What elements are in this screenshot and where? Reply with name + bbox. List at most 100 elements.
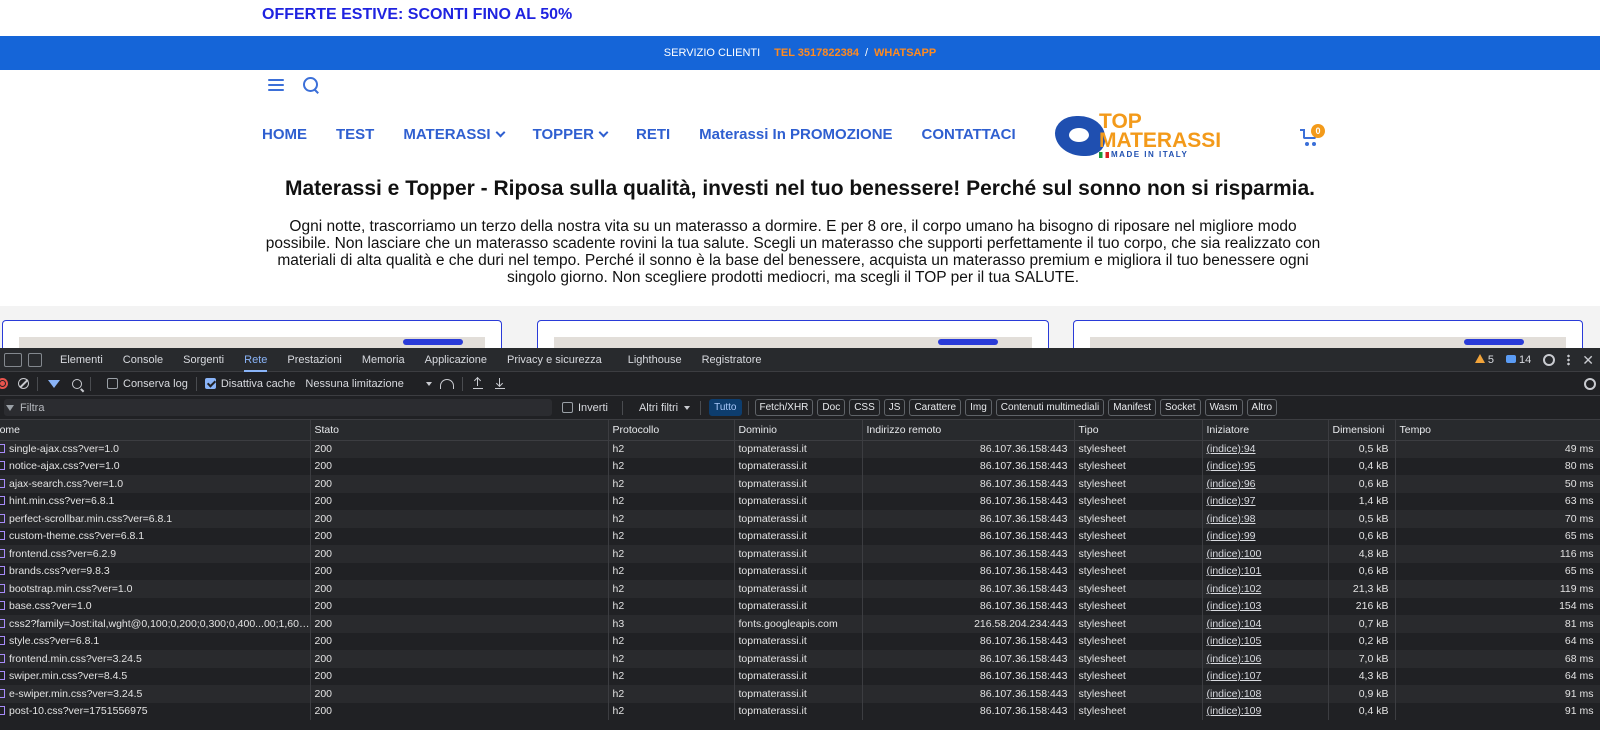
- column-header-protocollo[interactable]: Protocollo: [608, 420, 735, 441]
- close-icon[interactable]: ✕: [1582, 352, 1594, 369]
- initiator-link[interactable]: (indice):96: [1207, 478, 1256, 490]
- product-card[interactable]: [2, 320, 502, 350]
- initiator-link[interactable]: (indice):109: [1207, 705, 1262, 717]
- tab-console[interactable]: Console: [123, 348, 163, 372]
- table-row[interactable]: hint.min.css?ver=6.8.1 200 h2 topmaterassi.…: [0, 492, 1600, 510]
- filter-chip-fetch-xhr[interactable]: Fetch/XHR: [754, 399, 814, 416]
- request-initiator[interactable]: (indice):96: [1202, 475, 1329, 493]
- table-row[interactable]: base.css?ver=1.0 200 h2 topmaterassi.it 86.1…: [0, 597, 1600, 615]
- record-icon[interactable]: [0, 378, 8, 389]
- disable-cache-checkbox[interactable]: [204, 378, 216, 389]
- table-row[interactable]: ajax-search.css?ver=1.0 200 h2 topmaterassi…: [0, 475, 1600, 493]
- initiator-link[interactable]: (indice):107: [1207, 670, 1262, 682]
- filter-chip-manifest[interactable]: Manifest: [1108, 399, 1156, 416]
- promo-text[interactable]: OFFERTE ESTIVE: SCONTI FINO AL 50%: [262, 6, 572, 24]
- filter-chip-media[interactable]: Contenuti multimediali: [995, 399, 1105, 416]
- table-row[interactable]: swiper.min.css?ver=8.4.5 200 h2 topmaterass…: [0, 667, 1600, 685]
- filter-chip-img[interactable]: Img: [965, 399, 992, 416]
- tab-sorgenti[interactable]: Sorgenti: [183, 348, 224, 372]
- tab-privacy[interactable]: Privacy e sicurezza: [507, 348, 602, 372]
- filter-input[interactable]: [20, 401, 520, 414]
- tab-applicazione[interactable]: Applicazione: [425, 348, 487, 372]
- initiator-link[interactable]: (indice):106: [1207, 653, 1262, 665]
- request-initiator[interactable]: (indice):106: [1202, 650, 1329, 668]
- filter-chip-doc[interactable]: Doc: [817, 399, 846, 416]
- filter-chip-css[interactable]: CSS: [849, 399, 880, 416]
- tab-lighthouse[interactable]: Lighthouse: [628, 348, 682, 372]
- filter-icon[interactable]: [48, 379, 60, 388]
- column-header-indirizzo-remoto[interactable]: Indirizzo remoto: [862, 420, 1075, 441]
- table-row[interactable]: e-swiper.min.css?ver=3.24.5 200 h2 topmater…: [0, 685, 1600, 703]
- throttling-select[interactable]: Nessuna limitazione: [305, 378, 403, 390]
- table-row[interactable]: frontend.css?ver=6.2.9 200 h2 topmaterassi.…: [0, 545, 1600, 563]
- table-row[interactable]: single-ajax.css?ver=1.0 200 h2 topmaterassi…: [0, 440, 1600, 458]
- request-initiator[interactable]: (indice):103: [1202, 597, 1329, 615]
- initiator-link[interactable]: (indice):99: [1207, 530, 1256, 542]
- gear-icon[interactable]: [1543, 354, 1556, 366]
- initiator-link[interactable]: (indice):101: [1207, 565, 1262, 577]
- nav-materassi[interactable]: MATERASSI: [403, 126, 506, 143]
- table-row[interactable]: style.css?ver=6.8.1 200 h2 topmaterassi.it 8…: [0, 632, 1600, 650]
- initiator-link[interactable]: (indice):102: [1207, 583, 1262, 595]
- device-toolbar-icon[interactable]: [28, 352, 42, 367]
- network-settings-gear-icon[interactable]: [1584, 378, 1596, 390]
- column-header-dominio[interactable]: Dominio: [734, 420, 863, 441]
- initiator-link[interactable]: (indice):100: [1207, 548, 1262, 560]
- column-header-nome[interactable]: Nome: [0, 420, 311, 441]
- filter-chip-js[interactable]: JS: [883, 399, 906, 416]
- table-row[interactable]: post-10.css?ver=1751556975 200 h2 topmatera…: [0, 702, 1600, 720]
- whatsapp-link[interactable]: WHATSAPP: [874, 47, 936, 59]
- inspect-element-icon[interactable]: [4, 352, 22, 367]
- export-har-icon[interactable]: [494, 378, 505, 389]
- initiator-link[interactable]: (indice):108: [1207, 688, 1262, 700]
- column-header-tipo[interactable]: Tipo: [1074, 420, 1203, 441]
- product-card[interactable]: [1073, 320, 1583, 350]
- initiator-link[interactable]: (indice):98: [1207, 513, 1256, 525]
- initiator-link[interactable]: (indice):103: [1207, 600, 1262, 612]
- request-initiator[interactable]: (indice):109: [1202, 702, 1329, 720]
- request-initiator[interactable]: (indice):108: [1202, 685, 1329, 703]
- invert-checkbox[interactable]: [562, 402, 573, 413]
- search-icon[interactable]: [72, 378, 82, 389]
- request-initiator[interactable]: (indice):105: [1202, 632, 1329, 650]
- tab-memoria[interactable]: Memoria: [362, 348, 405, 372]
- initiator-link[interactable]: (indice):95: [1207, 460, 1256, 472]
- tab-rete[interactable]: Rete: [244, 348, 268, 372]
- chevron-down-icon[interactable]: [425, 381, 432, 386]
- table-row[interactable]: perfect-scrollbar.min.css?ver=6.8.1 200 h2…: [0, 510, 1600, 528]
- network-conditions-icon[interactable]: [439, 378, 454, 389]
- tab-registratore[interactable]: Registratore: [702, 348, 762, 372]
- nav-test[interactable]: TEST: [336, 126, 374, 143]
- phone-link[interactable]: TEL 3517822384: [774, 47, 859, 59]
- initiator-link[interactable]: (indice):97: [1207, 495, 1256, 507]
- filter-chip-socket[interactable]: Socket: [1159, 399, 1201, 416]
- clear-icon[interactable]: [18, 378, 29, 389]
- menu-icon[interactable]: [268, 79, 284, 91]
- request-initiator[interactable]: (indice):101: [1202, 562, 1329, 580]
- nav-topper[interactable]: TOPPER: [533, 126, 609, 143]
- filter-chip-tutto[interactable]: Tutto: [709, 399, 742, 416]
- table-row[interactable]: css2?family=Jost:ital,wght@0,100;0,200;0…: [0, 615, 1600, 633]
- warnings-counter[interactable]: 5: [1474, 354, 1494, 366]
- initiator-link[interactable]: (indice):105: [1207, 635, 1262, 647]
- request-initiator[interactable]: (indice):99: [1202, 527, 1329, 545]
- more-options-icon[interactable]: [1567, 354, 1571, 366]
- site-logo[interactable]: TOP MATERASSI MADE IN ITALY: [1055, 111, 1221, 162]
- table-row[interactable]: notice-ajax.css?ver=1.0 200 h2 topmaterassi…: [0, 457, 1600, 475]
- tab-elementi[interactable]: Elementi: [60, 348, 103, 372]
- column-header-stato[interactable]: Stato: [310, 420, 609, 441]
- messages-counter[interactable]: 14: [1506, 354, 1531, 366]
- request-initiator[interactable]: (indice):102: [1202, 580, 1329, 598]
- nav-promozione[interactable]: Materassi In PROMOZIONE: [699, 126, 892, 143]
- request-initiator[interactable]: (indice):95: [1202, 457, 1329, 475]
- preserve-log-checkbox[interactable]: [107, 378, 118, 389]
- request-initiator[interactable]: (indice):94: [1202, 440, 1329, 458]
- nav-contattaci[interactable]: CONTATTACI: [922, 126, 1016, 143]
- table-row[interactable]: frontend.min.css?ver=3.24.5 200 h2 topmater…: [0, 650, 1600, 668]
- column-header-tempo[interactable]: Tempo: [1395, 420, 1600, 441]
- filter-chip-wasm[interactable]: Wasm: [1204, 399, 1243, 416]
- search-icon[interactable]: [302, 76, 320, 94]
- request-initiator[interactable]: (indice):97: [1202, 492, 1329, 510]
- filter-chip-carattere[interactable]: Carattere: [909, 399, 962, 416]
- initiator-link[interactable]: (indice):104: [1207, 618, 1262, 630]
